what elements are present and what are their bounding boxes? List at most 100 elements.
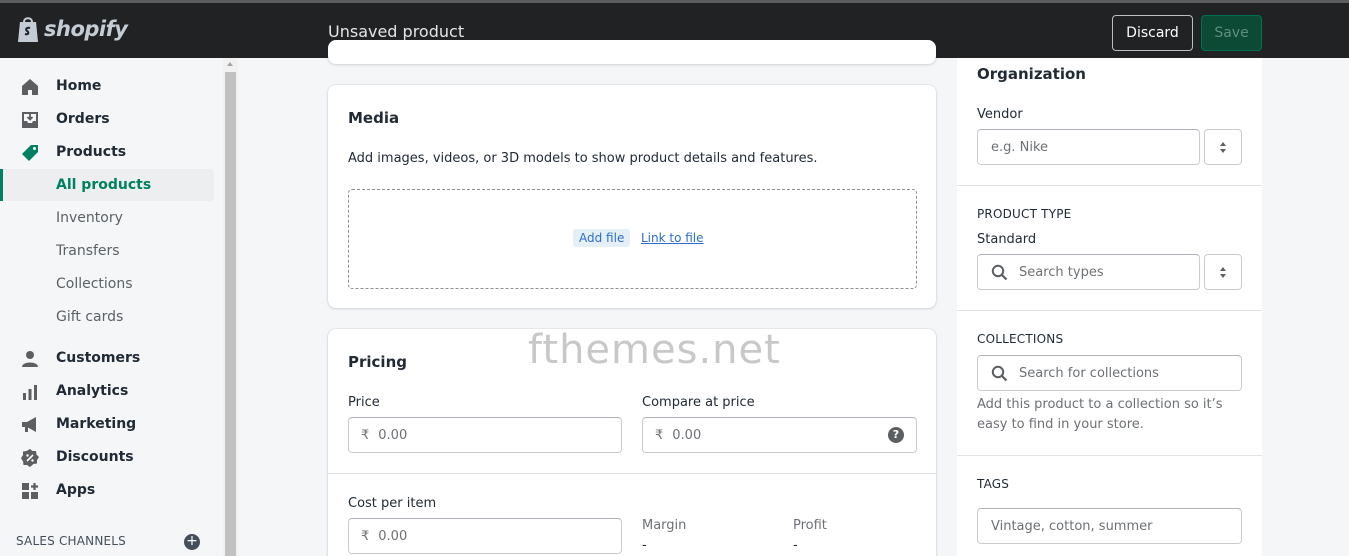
scroll-thumb[interactable] [225,72,236,556]
media-dropzone[interactable]: Add file Link to file [348,189,917,289]
sidebar-item-label: Discounts [56,449,134,465]
megaphone-icon [22,417,36,432]
sidebar-item-apps[interactable]: Apps [0,474,214,506]
discard-button[interactable]: Discard [1112,15,1193,51]
product-type-heading: PRODUCT TYPE [977,207,1072,221]
caret-down-icon [1220,149,1226,153]
sidebar-item-label: Products [56,144,127,160]
product-type-standard: Standard [977,232,1037,247]
margin-label: Margin [642,518,687,533]
sidebar-item-label: Apps [56,482,96,498]
sidebar-scrollbar[interactable] [223,58,238,556]
sidebar-item-label: Customers [56,350,141,366]
sidebar-item-collections[interactable]: Collections [0,268,214,300]
watermark: fthemes.net [528,327,781,373]
sidebar-item-label: Inventory [56,210,123,226]
collections-help-text: Add this product to a collection so it’s… [977,397,1223,432]
sidebar-item-inventory[interactable]: Inventory [0,202,214,234]
product-type-search[interactable]: Search types [977,254,1200,290]
product-type-placeholder: Search types [1019,264,1104,280]
product-type-section: PRODUCT TYPE Standard Search types [957,186,1262,311]
cost-per-item-label: Cost per item [348,496,437,511]
margin-value: - [642,538,647,553]
person-icon [22,351,38,367]
sidebar: Home Orders Products All products Invent… [0,58,238,556]
organization-section: Organization Vendor e.g. Nike [957,58,1262,186]
compare-at-price-field[interactable]: ₹ 0.00 ? [642,417,917,453]
organization-title: Organization [977,65,1086,83]
add-sales-channel-icon[interactable]: + [184,534,200,550]
help-icon[interactable]: ? [888,427,904,443]
media-title: Media [348,109,400,127]
media-card: Media Add images, videos, or 3D models t… [328,85,936,308]
shopify-bag-icon [18,17,38,42]
cost-per-item-field[interactable]: ₹ 0.00 [348,518,622,554]
sidebar-item-orders[interactable]: Orders [0,103,214,135]
pricing-title: Pricing [348,353,407,371]
compare-at-price-label: Compare at price [642,395,755,410]
sidebar-item-label: Orders [56,111,110,127]
link-to-file-link[interactable]: Link to file [641,231,704,245]
price-field[interactable]: ₹ 0.00 [348,417,622,453]
sidebar-item-transfers[interactable]: Transfers [0,235,214,267]
sidebar-item-label: Marketing [56,416,137,432]
vendor-dropdown[interactable] [1204,129,1242,165]
sidebar-item-label: Collections [56,276,133,292]
shopify-logo[interactable]: shopify [16,15,128,43]
tag-icon [22,145,38,161]
tags-heading: TAGS [977,477,1010,491]
home-icon [22,79,38,95]
pricing-divider [328,473,936,474]
tags-input[interactable]: Vintage, cotton, summer [977,508,1242,544]
vendor-label: Vendor [977,107,1023,122]
sidebar-item-all-products[interactable]: All products [0,169,214,201]
sidebar-item-label: Home [56,78,102,94]
tags-section: TAGS Vintage, cotton, summer [957,456,1262,556]
vendor-input[interactable]: e.g. Nike [977,129,1200,165]
sidebar-item-products[interactable]: Products [0,136,214,168]
sidebar-item-home[interactable]: Home [0,70,214,102]
media-description: Add images, videos, or 3D models to show… [348,151,818,166]
sidebar-item-label: Analytics [56,383,129,399]
profit-value: - [793,538,798,553]
cost-per-item-placeholder: 0.00 [378,528,408,544]
caret-down-icon [1220,274,1226,278]
sales-channels-heading: SALES CHANNELS [16,534,126,548]
active-indicator [0,169,3,201]
sidebar-item-discounts[interactable]: Discounts [0,441,214,473]
scroll-up-icon[interactable] [227,62,233,66]
collections-heading: COLLECTIONS [977,332,1064,346]
discount-icon [21,449,39,467]
title-card [328,40,936,64]
sidebar-item-label: Gift cards [56,309,124,325]
save-button[interactable]: Save [1201,15,1262,51]
add-file-button[interactable]: Add file [573,229,631,247]
sidebar-item-analytics[interactable]: Analytics [0,375,214,407]
collections-placeholder: Search for collections [1019,365,1159,381]
page-title: Unsaved product [328,22,465,41]
currency-symbol: ₹ [655,427,664,443]
brand-name: shopify [44,17,128,41]
price-placeholder: 0.00 [378,427,408,443]
collections-search[interactable]: Search for collections [977,355,1242,391]
apps-icon [22,483,38,499]
sidebar-item-marketing[interactable]: Marketing [0,408,214,440]
caret-up-icon [1220,142,1226,146]
compare-at-price-placeholder: 0.00 [672,427,702,443]
sidebar-item-customers[interactable]: Customers [0,342,214,374]
orders-icon [22,112,38,128]
tags-placeholder: Vintage, cotton, summer [991,518,1153,534]
product-type-dropdown[interactable] [1204,254,1242,290]
profit-label: Profit [793,518,827,533]
currency-symbol: ₹ [361,427,370,443]
price-label: Price [348,395,380,410]
caret-up-icon [1220,267,1226,271]
sidebar-item-gift-cards[interactable]: Gift cards [0,301,214,333]
search-icon [991,264,1008,280]
sidebar-item-label: Transfers [56,243,120,259]
currency-symbol: ₹ [361,528,370,544]
search-icon [991,365,1008,381]
vendor-placeholder: e.g. Nike [991,139,1049,155]
collections-section: COLLECTIONS Search for collections Add t… [957,311,1262,456]
sidebar-item-label: All products [56,177,152,193]
